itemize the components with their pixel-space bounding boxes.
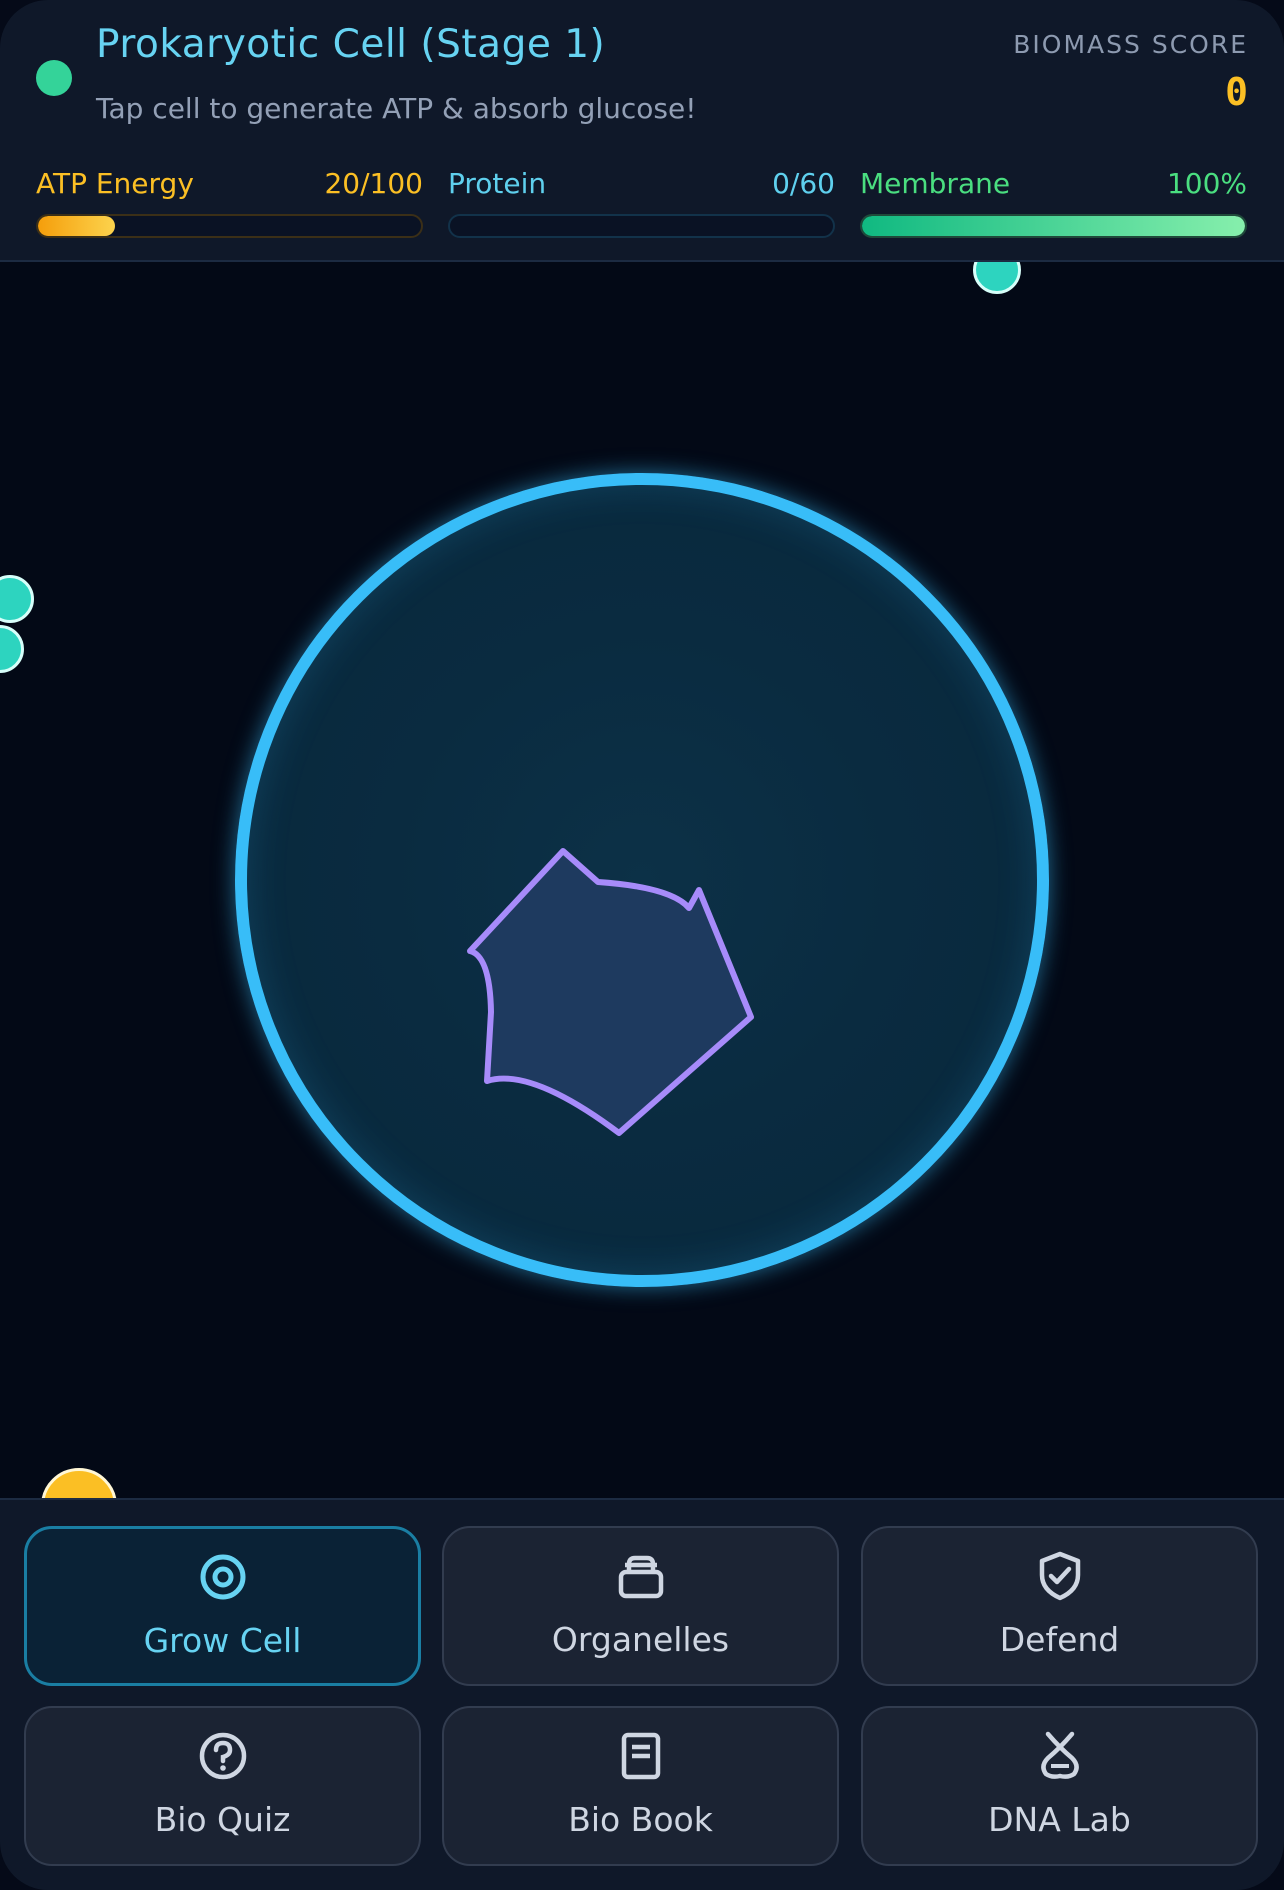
membrane-progress-fill [862,216,1245,236]
atp-progress-track [36,214,423,238]
grow-cell-label: Grow Cell [143,1621,302,1660]
bio-book-label: Bio Book [568,1800,713,1839]
atp-meter-value: 20/100 [324,167,423,200]
bio-quiz-label: Bio Quiz [154,1800,291,1839]
atp-progress-fill [38,216,115,236]
membrane-progress-track [860,214,1247,238]
defend-button[interactable]: Defend [861,1526,1258,1686]
membrane-meter-label: Membrane [860,167,1011,200]
glucose-particle[interactable] [0,625,24,673]
cell-playfield [0,262,1284,1498]
dna-lab-label: DNA Lab [988,1800,1131,1839]
membrane-meter-value: 100% [1166,167,1247,200]
dna-icon [1040,1731,1079,1779]
membrane-meter: Membrane 100% [860,166,1247,238]
organelles-label: Organelles [551,1620,730,1659]
bio-quiz-button[interactable]: Bio Quiz [24,1706,421,1866]
glucose-particle[interactable] [0,575,34,623]
action-menu: Grow Cell Organelles Defend Bio Quiz Bio… [0,1498,1284,1890]
status-indicator [36,60,72,96]
question-circle-icon [199,1732,246,1780]
nucleoid-shape [467,848,754,1136]
organelles-button[interactable]: Organelles [442,1526,839,1686]
grow-cell-button[interactable]: Grow Cell [24,1526,421,1686]
dna-lab-button[interactable]: DNA Lab [861,1706,1258,1866]
protein-meter-label: Protein [448,167,547,200]
atp-meter: ATP Energy 20/100 [36,166,423,238]
protein-meter: Protein 0/60 [448,166,835,238]
game-header: Prokaryotic Cell (Stage 1) Tap cell to g… [0,0,1284,262]
glucose-particle[interactable] [973,262,1021,294]
game-screen: Prokaryotic Cell (Stage 1) Tap cell to g… [0,0,1284,1890]
instruction-text: Tap cell to generate ATP & absorb glucos… [96,92,697,125]
score-value: 0 [1225,70,1248,114]
prokaryotic-cell[interactable] [235,473,1049,1287]
atp-meter-label: ATP Energy [36,167,194,200]
page-title: Prokaryotic Cell (Stage 1) [96,22,606,67]
briefcase-icon [618,1555,663,1599]
defend-label: Defend [999,1620,1120,1659]
score-label: BIOMASS SCORE [1013,30,1248,59]
bio-book-button[interactable]: Bio Book [442,1706,839,1866]
protein-meter-value: 0/60 [772,167,835,200]
atp-orb[interactable] [41,1468,117,1498]
book-icon [621,1732,660,1780]
protein-progress-track [448,214,835,238]
target-icon [200,1554,245,1600]
shield-check-icon [1039,1551,1080,1601]
